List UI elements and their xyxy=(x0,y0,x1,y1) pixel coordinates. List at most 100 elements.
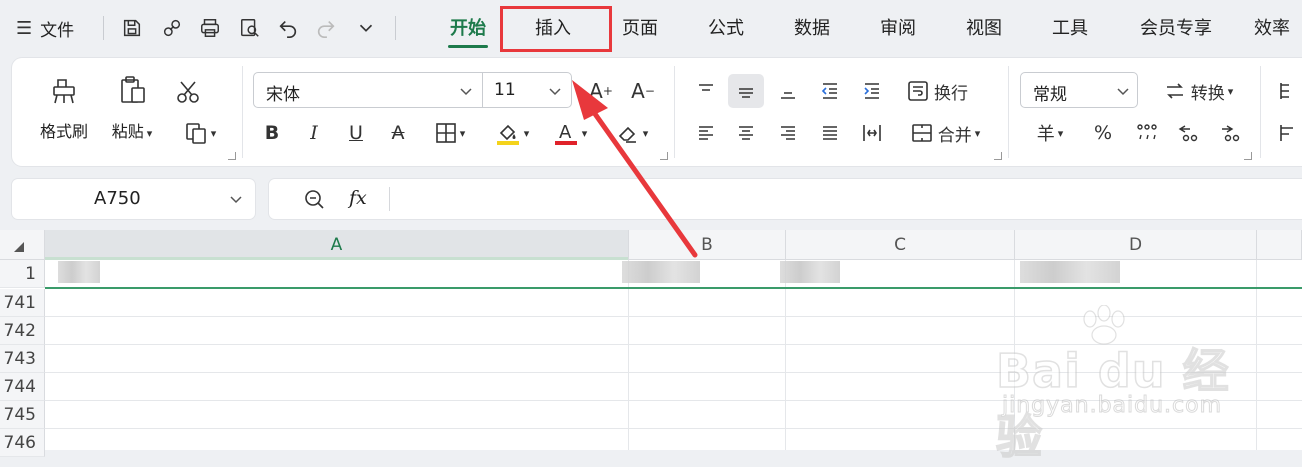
align-middle-icon[interactable] xyxy=(728,74,764,108)
tab-member[interactable]: 会员专享 xyxy=(1128,14,1224,44)
alignment-launcher-icon[interactable] xyxy=(994,152,1002,160)
share-link-icon[interactable] xyxy=(158,14,186,42)
blurred-cell-d1[interactable] xyxy=(1020,261,1120,283)
row-header-1[interactable]: 1 xyxy=(0,260,45,288)
tab-formula[interactable]: 公式 xyxy=(696,14,756,44)
row-header-745[interactable]: 745 xyxy=(0,401,45,429)
convert-button[interactable]: 转换 ▾ xyxy=(1152,76,1244,106)
font-name-chevron-down-icon[interactable] xyxy=(458,83,474,99)
print-preview-icon[interactable] xyxy=(236,14,264,42)
blurred-cell-a1[interactable] xyxy=(58,261,100,283)
align-top-icon[interactable] xyxy=(690,76,722,106)
convert-dropdown-icon[interactable]: ▾ xyxy=(1228,85,1234,98)
underline-icon[interactable]: U xyxy=(342,118,370,148)
tab-tools[interactable]: 工具 xyxy=(1040,14,1100,44)
insert-function-icon[interactable]: fx xyxy=(349,187,367,209)
worksheet-icon[interactable] xyxy=(1274,118,1302,148)
align-bottom-icon[interactable] xyxy=(772,76,804,106)
wrap-text-button[interactable]: 换行 xyxy=(900,76,974,106)
italic-icon[interactable]: I xyxy=(300,118,328,148)
increase-decimal-icon[interactable] xyxy=(1174,118,1204,148)
column-header-b[interactable]: B xyxy=(629,230,786,260)
fill-color-dropdown-icon[interactable]: ▾ xyxy=(524,127,530,140)
number-format-selector[interactable]: 常规 xyxy=(1020,72,1138,108)
font-launcher-icon[interactable] xyxy=(660,152,668,160)
cut-icon[interactable] xyxy=(172,76,204,108)
currency-dropdown-icon[interactable]: ▾ xyxy=(1058,127,1064,140)
increase-font-icon[interactable]: A + xyxy=(584,76,618,106)
print-icon[interactable] xyxy=(196,14,224,42)
distribute-icon[interactable] xyxy=(856,118,888,148)
undo-icon[interactable] xyxy=(274,14,302,42)
font-color-dropdown-icon[interactable]: ▾ xyxy=(582,127,588,140)
row-header-742[interactable]: 742 xyxy=(0,317,45,345)
row-header-744[interactable]: 744 xyxy=(0,373,45,401)
select-all-corner[interactable] xyxy=(0,230,45,260)
column-header-next[interactable] xyxy=(1257,230,1302,260)
clear-format-dropdown-icon[interactable]: ▾ xyxy=(643,127,649,140)
name-box[interactable]: A750 xyxy=(12,179,255,219)
paste-button[interactable]: 粘贴 ▾ xyxy=(102,72,162,142)
merge-label: 合并 xyxy=(937,125,972,146)
blurred-cell-c1[interactable] xyxy=(780,261,840,283)
customize-dropdown-icon[interactable] xyxy=(352,14,380,42)
file-menu[interactable]: ☰ 文件 xyxy=(16,14,74,42)
row-header-746[interactable]: 746 xyxy=(0,429,45,457)
number-launcher-icon[interactable] xyxy=(1244,152,1252,160)
tab-data[interactable]: 数据 xyxy=(782,14,842,44)
number-format-chevron-down-icon[interactable] xyxy=(1115,83,1131,99)
font-size-chevron-down-icon[interactable] xyxy=(547,83,563,99)
blurred-cell-b1[interactable] xyxy=(622,261,700,283)
baidu-watermark: Bai du 经验 jingyan.baidu.com xyxy=(995,305,1236,465)
fill-color-button[interactable]: ▾ xyxy=(488,118,536,148)
borders-dropdown-icon[interactable]: ▾ xyxy=(460,127,466,140)
increase-indent-icon[interactable] xyxy=(856,76,888,106)
column-header-d[interactable]: D xyxy=(1015,230,1257,260)
column-header-c[interactable]: C xyxy=(786,230,1015,260)
tab-page[interactable]: 页面 xyxy=(610,14,670,44)
annotation-highlight-box xyxy=(500,6,612,52)
menu-bar: ☰ 文件 开始 插入 页面 公式 数据 审阅 视图 工具 会员专享 效率 xyxy=(0,0,1302,56)
justify-icon[interactable] xyxy=(814,118,846,148)
align-center-icon[interactable] xyxy=(730,118,762,148)
row-header-741[interactable]: 741 xyxy=(0,289,45,317)
borders-button[interactable]: ▾ xyxy=(426,118,474,148)
align-left-icon[interactable] xyxy=(690,118,722,148)
decrease-decimal-icon[interactable] xyxy=(1216,118,1246,148)
thousands-separator-icon[interactable] xyxy=(1132,118,1162,148)
file-menu-label: 文件 xyxy=(40,20,75,41)
cell-reference: A750 xyxy=(94,188,141,209)
formula-bar: fx xyxy=(269,179,1302,219)
font-color-button[interactable]: A ▾ xyxy=(546,118,594,148)
eraser-icon xyxy=(618,126,636,143)
tab-efficiency[interactable]: 效率 xyxy=(1254,14,1302,44)
clipboard-launcher-icon[interactable] xyxy=(228,152,236,160)
decrease-font-icon[interactable]: A − xyxy=(626,76,660,106)
clear-format-button[interactable]: ▾ xyxy=(608,118,656,148)
merge-button[interactable]: 合并 ▾ xyxy=(900,118,990,148)
formula-input[interactable] xyxy=(393,179,1302,219)
bold-icon[interactable]: B xyxy=(258,118,286,148)
fill-color-icon xyxy=(496,124,519,145)
name-box-chevron-down-icon[interactable] xyxy=(228,191,244,207)
merge-dropdown-icon[interactable]: ▾ xyxy=(975,127,981,140)
copy-button[interactable]: ▾ xyxy=(176,118,224,148)
align-right-icon[interactable] xyxy=(772,118,804,148)
zoom-search-icon[interactable] xyxy=(303,188,325,210)
row-header-743[interactable]: 743 xyxy=(0,345,45,373)
strikethrough-icon[interactable]: A xyxy=(384,118,412,148)
percent-icon[interactable]: % xyxy=(1088,118,1118,148)
format-painter-button[interactable]: 格式刷 xyxy=(34,72,94,142)
tab-review[interactable]: 审阅 xyxy=(868,14,928,44)
column-header-a[interactable]: A xyxy=(45,230,629,260)
paste-dropdown-icon[interactable]: ▾ xyxy=(147,127,153,140)
copy-dropdown-icon[interactable]: ▾ xyxy=(211,127,217,140)
redo-icon[interactable] xyxy=(312,14,340,42)
currency-button[interactable]: 羊 ▾ xyxy=(1028,118,1072,148)
font-selector[interactable]: 宋体 11 xyxy=(253,72,572,108)
save-icon[interactable] xyxy=(118,14,146,42)
decrease-indent-icon[interactable] xyxy=(814,76,846,106)
tab-home[interactable]: 开始 xyxy=(438,14,498,48)
tab-view[interactable]: 视图 xyxy=(954,14,1014,44)
row-col-icon[interactable] xyxy=(1274,76,1302,106)
